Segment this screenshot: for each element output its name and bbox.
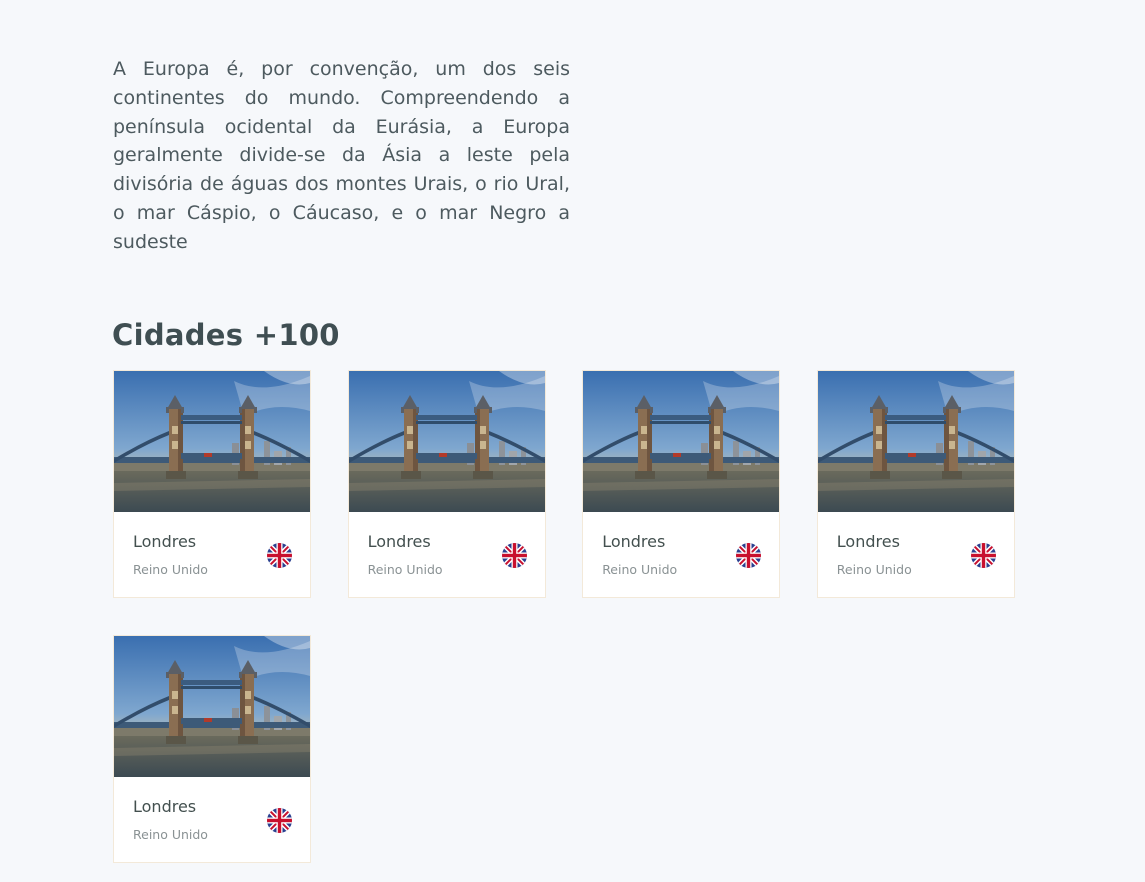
city-name: Londres <box>602 532 666 551</box>
city-photo <box>114 371 310 512</box>
city-photo <box>348 371 545 512</box>
uk-flag-icon <box>267 808 292 833</box>
city-name: Londres <box>133 797 197 816</box>
city-card[interactable]: Londres Reino Unido <box>113 635 311 863</box>
section-title: Cidades +100 <box>112 318 340 352</box>
card-body: Londres Reino Unido <box>114 777 310 863</box>
card-body: Londres Reino Unido <box>583 512 779 598</box>
city-name: Londres <box>367 532 431 551</box>
country-name: Reino Unido <box>602 562 678 577</box>
city-card[interactable]: Londres Reino Unido <box>113 370 311 598</box>
page: A Europa é, por convenção, um dos seis c… <box>0 0 1145 882</box>
card-body: Londres Reino Unido <box>114 512 310 598</box>
uk-flag-icon <box>736 543 762 568</box>
city-card[interactable]: Londres Reino Unido <box>816 370 1015 598</box>
city-photo <box>114 636 310 777</box>
city-photo <box>817 371 1014 512</box>
country-name: Reino Unido <box>133 827 208 842</box>
city-name: Londres <box>133 532 197 551</box>
country-name: Reino Unido <box>133 562 208 577</box>
country-name: Reino Unido <box>367 562 443 577</box>
city-grid: Londres Reino Unido Londres Reino Unido … <box>113 370 1017 863</box>
city-card[interactable]: Londres Reino Unido <box>347 370 546 598</box>
city-name: Londres <box>836 532 900 551</box>
intro-paragraph: A Europa é, por convenção, um dos seis c… <box>113 58 570 253</box>
uk-flag-icon <box>267 543 292 568</box>
card-body: Londres Reino Unido <box>349 512 545 598</box>
country-name: Reino Unido <box>836 562 912 577</box>
card-body: Londres Reino Unido <box>818 512 1014 598</box>
uk-flag-icon <box>970 543 996 568</box>
city-card[interactable]: Londres Reino Unido <box>582 370 781 598</box>
city-photo <box>583 371 780 512</box>
uk-flag-icon <box>501 543 527 568</box>
